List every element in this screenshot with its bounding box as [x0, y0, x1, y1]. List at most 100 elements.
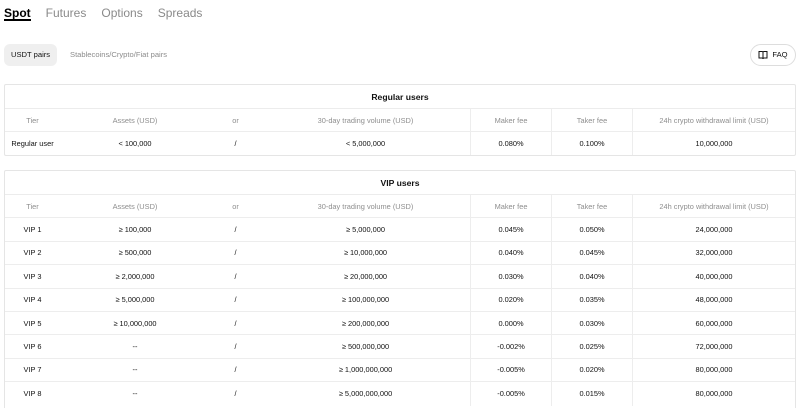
tier-cell: VIP 7	[23, 365, 42, 375]
table-row: VIP 1 ≥ 100,000 / ≥ 5,000,000 0.045% 0.050% 24…	[5, 218, 795, 242]
or-cell: /	[234, 271, 237, 281]
column-header: 30-day trading volume (USD)	[261, 195, 471, 218]
column-header: 30-day trading volume (USD)	[261, 109, 471, 131]
withdrawal-limit-cell: 24,000,000	[695, 225, 733, 235]
column-header: Taker fee	[552, 109, 633, 131]
assets-cell: --	[132, 365, 138, 375]
taker-fee-cell: 0.100%	[552, 132, 633, 155]
withdrawal-limit-cell: 80,000,000	[695, 389, 733, 399]
or-cell: /	[234, 225, 237, 235]
maker-fee-cell: -0.005%	[471, 382, 552, 406]
tier-cell: VIP 8	[23, 389, 42, 399]
usdt-pairs-button[interactable]: USDT pairs	[4, 44, 58, 66]
volume-cell: < 5,000,000	[261, 132, 471, 155]
tab-spot[interactable]: Spot	[4, 5, 31, 21]
maker-fee-cell: 0.045%	[471, 218, 552, 241]
taker-fee-cell: 0.025%	[552, 335, 633, 358]
tier-cell: VIP 4	[23, 295, 42, 305]
volume-cell: ≥ 5,000,000	[261, 218, 471, 241]
volume-cell: ≥ 1,000,000,000	[261, 358, 471, 382]
or-cell: /	[234, 389, 237, 399]
tier-cell: VIP 6	[23, 342, 42, 352]
taker-fee-cell: 0.015%	[552, 382, 633, 406]
column-header: Tier	[26, 115, 39, 125]
maker-fee-cell: 0.020%	[471, 288, 552, 311]
volume-cell: ≥ 500,000,000	[261, 335, 471, 358]
assets-cell: --	[132, 342, 138, 352]
column-header: Taker fee	[552, 195, 633, 218]
withdrawal-limit-cell: 40,000,000	[695, 271, 733, 281]
withdrawal-limit-cell: 72,000,000	[695, 342, 733, 352]
taker-fee-cell: 0.040%	[552, 265, 633, 288]
tier-cell: VIP 2	[23, 248, 42, 258]
table-row: Regular user < 100,000 / < 5,000,000 0.0…	[5, 132, 795, 155]
table-row: VIP 8 -- / ≥ 5,000,000,000 -0.005% 0.015% 80,0…	[5, 382, 795, 406]
tab-spreads[interactable]: Spreads	[158, 5, 203, 21]
maker-fee-cell: -0.005%	[471, 358, 552, 382]
volume-cell: ≥ 20,000,000	[261, 265, 471, 288]
volume-cell: ≥ 200,000,000	[261, 311, 471, 335]
maker-fee-cell: 0.000%	[471, 311, 552, 335]
column-header: or	[232, 115, 239, 125]
maker-fee-cell: 0.030%	[471, 265, 552, 288]
vip-users-table: VIP users Tier Assets (USD) or 30-day tr…	[4, 170, 796, 408]
column-header: Assets (USD)	[112, 115, 158, 125]
taker-fee-cell: 0.035%	[552, 288, 633, 311]
or-cell: /	[234, 139, 237, 148]
tier-cell: VIP 3	[23, 271, 42, 281]
or-cell: /	[234, 295, 237, 305]
column-header: 24h crypto withdrawal limit (USD)	[659, 201, 769, 211]
table-row: VIP 4 ≥ 5,000,000 / ≥ 100,000,000 0.020% 0.03…	[5, 288, 795, 312]
assets-cell: ≥ 500,000	[118, 248, 152, 258]
taker-fee-cell: 0.050%	[552, 218, 633, 241]
volume-cell: ≥ 5,000,000,000	[261, 382, 471, 406]
column-header: Maker fee	[471, 195, 552, 218]
regular-users-table: Regular users Tier Assets (USD) or 30-da…	[4, 84, 796, 156]
assets-cell: --	[132, 389, 138, 399]
vip-header-row: Tier Assets (USD) or 30-day trading volu…	[5, 195, 795, 219]
column-header: or	[232, 201, 239, 211]
taker-fee-cell: 0.020%	[552, 358, 633, 382]
or-cell: /	[234, 365, 237, 375]
maker-fee-cell: -0.002%	[471, 335, 552, 358]
column-header: 24h crypto withdrawal limit (USD)	[659, 115, 769, 125]
book-icon	[758, 51, 768, 60]
column-header: Tier	[26, 201, 39, 211]
table-row: VIP 2 ≥ 500,000 / ≥ 10,000,000 0.040% 0.045% 3…	[5, 241, 795, 266]
faq-label: FAQ	[772, 50, 788, 59]
vip-table-body: VIP 1 ≥ 100,000/≥ 5,000,000 0.045% 0.050% 24…	[5, 218, 795, 406]
taker-fee-cell: 0.045%	[552, 241, 633, 265]
vip-users-title: VIP users	[5, 171, 795, 195]
assets-cell: ≥ 100,000	[118, 225, 152, 235]
column-header: Maker fee	[471, 109, 552, 131]
tier-cell: VIP 5	[23, 318, 42, 328]
or-cell: /	[234, 342, 237, 352]
assets-cell: < 100,000	[118, 139, 152, 148]
maker-fee-cell: 0.040%	[471, 241, 552, 265]
withdrawal-limit-cell: 10,000,000	[695, 139, 733, 148]
tab-options[interactable]: Options	[101, 5, 142, 21]
volume-cell: ≥ 10,000,000	[261, 241, 471, 265]
tab-futures[interactable]: Futures	[46, 5, 87, 21]
withdrawal-limit-cell: 80,000,000	[695, 365, 733, 375]
table-row: VIP 7 -- / ≥ 1,000,000,000 -0.005% 0.020% 80,0…	[5, 358, 795, 383]
stablecoin-pairs-button[interactable]: Stablecoins/Crypto/Fiat pairs	[70, 44, 167, 66]
withdrawal-limit-cell: 60,000,000	[695, 318, 733, 328]
tier-cell: VIP 1	[23, 225, 42, 235]
tier-cell: Regular user	[11, 139, 54, 148]
or-cell: /	[234, 318, 237, 328]
table-row: VIP 5 ≥ 10,000,000 / ≥ 200,000,000 0.000% 0.0…	[5, 311, 795, 336]
withdrawal-limit-cell: 32,000,000	[695, 248, 733, 258]
assets-cell: ≥ 10,000,000	[113, 318, 157, 328]
taker-fee-cell: 0.030%	[552, 311, 633, 335]
withdrawal-limit-cell: 48,000,000	[695, 295, 733, 305]
faq-button[interactable]: FAQ	[750, 44, 796, 66]
maker-fee-cell: 0.080%	[471, 132, 552, 155]
pair-filter-bar: USDT pairs Stablecoins/Crypto/Fiat pairs…	[4, 44, 796, 66]
assets-cell: ≥ 5,000,000	[115, 295, 155, 305]
or-cell: /	[234, 248, 237, 258]
regular-users-title: Regular users	[5, 85, 795, 109]
assets-cell: ≥ 2,000,000	[115, 271, 155, 281]
column-header: Assets (USD)	[112, 201, 158, 211]
regular-header-row: Tier Assets (USD) or 30-day trading volu…	[5, 109, 795, 132]
